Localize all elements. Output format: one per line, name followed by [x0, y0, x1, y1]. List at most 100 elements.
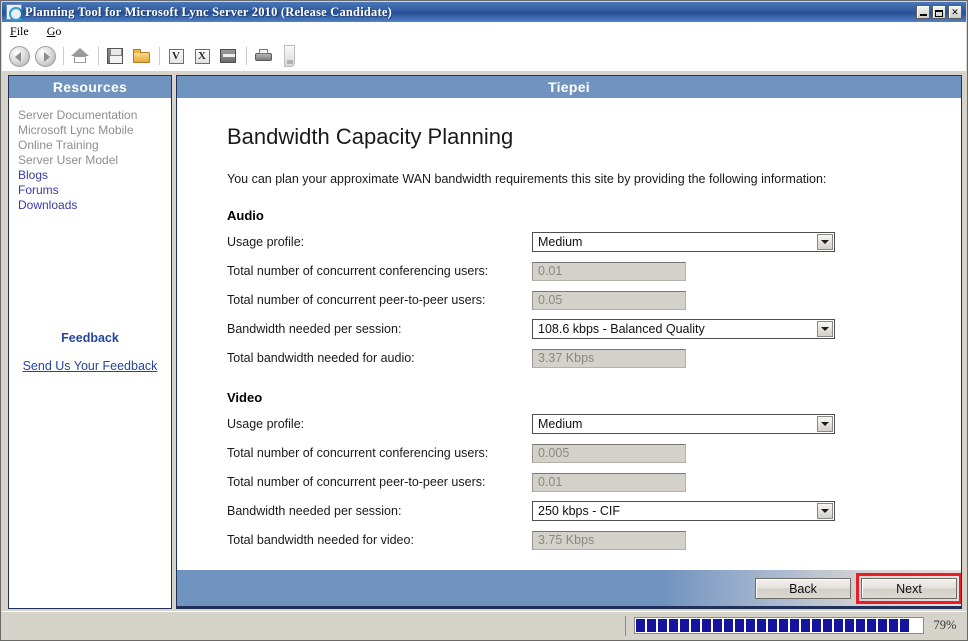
progress-chunk [636, 619, 645, 632]
progress-chunk [779, 619, 788, 632]
progress-chunk [658, 619, 667, 632]
video-total-bandwidth-label: Total bandwidth needed for video: [227, 533, 414, 547]
wizard-footer: Back Next [177, 570, 961, 608]
title-bar: Planning Tool for Microsoft Lync Server … [2, 2, 966, 22]
menu-bar: File Go [2, 22, 966, 41]
sidebar-link-list: Server Documentation Microsoft Lync Mobi… [9, 98, 171, 213]
forward-icon[interactable] [33, 44, 57, 68]
window-controls: ✕ [916, 5, 964, 19]
sidebar-item-server-documentation[interactable]: Server Documentation [18, 108, 171, 123]
audio-bandwidth-per-session-value: 108.6 kbps - Balanced Quality [538, 322, 705, 336]
field-row: Total bandwidth needed for video: 3.75 K… [227, 530, 961, 550]
progress-chunk [647, 619, 656, 632]
sidebar-item-server-user-model[interactable]: Server User Model [18, 153, 171, 168]
progress-chunk [724, 619, 733, 632]
progress-chunk [702, 619, 711, 632]
video-bandwidth-per-session-select[interactable]: 250 kbps - CIF [532, 501, 835, 521]
field-row: Total number of concurrent conferencing … [227, 443, 961, 463]
maximize-button[interactable] [932, 5, 946, 19]
application-window: Planning Tool for Microsoft Lync Server … [0, 0, 968, 641]
toolbar: V X [2, 41, 966, 71]
audio-total-bandwidth-value: 3.37 Kbps [532, 348, 686, 368]
page-title: Bandwidth Capacity Planning [227, 124, 514, 149]
send-feedback-link[interactable]: Send Us Your Feedback [9, 359, 171, 373]
menu-item-file[interactable]: File [8, 23, 31, 40]
open-folder-icon[interactable] [129, 44, 153, 68]
site-name-header: Tiepei [177, 76, 961, 98]
field-row: Total number of concurrent peer-to-peer … [227, 290, 961, 310]
window-title: Planning Tool for Microsoft Lync Server … [25, 4, 392, 19]
status-bar: 79% [2, 611, 966, 639]
progress-chunk [768, 619, 777, 632]
progress-chunk [669, 619, 678, 632]
audio-usage-profile-select[interactable]: Medium [532, 232, 835, 252]
progress-chunk [680, 619, 689, 632]
sidebar-item-blogs[interactable]: Blogs [18, 168, 171, 183]
lync-app-icon [6, 4, 23, 21]
chevron-down-icon[interactable] [817, 416, 833, 432]
progress-chunk [746, 619, 755, 632]
video-peer-to-peer-users-value: 0.01 [532, 472, 686, 492]
print-icon[interactable] [251, 44, 275, 68]
video-usage-profile-select[interactable]: Medium [532, 414, 835, 434]
next-button[interactable]: Next [861, 578, 957, 599]
video-bandwidth-per-session-value: 250 kbps - CIF [538, 504, 620, 518]
sidebar-item-forums[interactable]: Forums [18, 183, 171, 198]
toolbar-separator [98, 47, 99, 65]
back-icon[interactable] [7, 44, 31, 68]
progress-bar [634, 617, 924, 634]
video-conferencing-users-value: 0.005 [532, 443, 686, 463]
audio-total-bandwidth-label: Total bandwidth needed for audio: [227, 351, 415, 365]
audio-conferencing-users-value: 0.01 [532, 261, 686, 281]
toolbar-grip-icon[interactable] [277, 44, 301, 68]
progress-chunk [735, 619, 744, 632]
visio-export-icon[interactable]: V [164, 44, 188, 68]
video-usage-profile-value: Medium [538, 417, 583, 431]
progress-chunk [812, 619, 821, 632]
section-title-video: Video [227, 390, 263, 405]
sidebar-item-microsoft-lync-mobile[interactable]: Microsoft Lync Mobile [18, 123, 171, 138]
progress-chunk [867, 619, 876, 632]
audio-usage-profile-value: Medium [538, 235, 583, 249]
chevron-down-icon[interactable] [817, 503, 833, 519]
progress-chunk [900, 619, 909, 632]
field-row: Bandwidth needed per session: 250 kbps -… [227, 501, 961, 521]
chevron-down-icon[interactable] [817, 234, 833, 250]
menu-item-go[interactable]: Go [45, 23, 64, 40]
sidebar-item-downloads[interactable]: Downloads [18, 198, 171, 213]
audio-conferencing-users-label: Total number of concurrent conferencing … [227, 264, 489, 278]
chevron-down-icon[interactable] [817, 321, 833, 337]
audio-bandwidth-per-session-select[interactable]: 108.6 kbps - Balanced Quality [532, 319, 835, 339]
progress-chunk [790, 619, 799, 632]
field-row: Total number of concurrent peer-to-peer … [227, 472, 961, 492]
field-row: Total number of concurrent conferencing … [227, 261, 961, 281]
content-panel: Tiepei Bandwidth Capacity Planning You c… [176, 75, 962, 609]
field-row: Usage profile: Medium [227, 232, 961, 252]
progress-chunk [801, 619, 810, 632]
toolbar-separator [63, 47, 64, 65]
video-total-bandwidth-value: 3.75 Kbps [532, 530, 686, 550]
page-intro-text: You can plan your approximate WAN bandwi… [227, 172, 827, 186]
video-conferencing-users-label: Total number of concurrent conferencing … [227, 446, 489, 460]
close-button[interactable]: ✕ [948, 5, 962, 19]
minimize-button[interactable] [916, 5, 930, 19]
save-icon[interactable] [103, 44, 127, 68]
home-icon[interactable] [68, 44, 92, 68]
audio-peer-to-peer-users-label: Total number of concurrent peer-to-peer … [227, 293, 486, 307]
archive-icon[interactable] [216, 44, 240, 68]
audio-usage-profile-label: Usage profile: [227, 235, 305, 249]
excel-export-icon[interactable]: X [190, 44, 214, 68]
progress-chunk [856, 619, 865, 632]
progress-chunk [713, 619, 722, 632]
sidebar-item-online-training[interactable]: Online Training [18, 138, 171, 153]
progress-chunk [823, 619, 832, 632]
field-row: Bandwidth needed per session: 108.6 kbps… [227, 319, 961, 339]
video-usage-profile-label: Usage profile: [227, 417, 305, 431]
progress-chunk [889, 619, 898, 632]
progress-chunk [878, 619, 887, 632]
progress-chunk [834, 619, 843, 632]
field-row: Usage profile: Medium [227, 414, 961, 434]
toolbar-separator [159, 47, 160, 65]
progress-chunk [757, 619, 766, 632]
back-button[interactable]: Back [755, 578, 851, 599]
